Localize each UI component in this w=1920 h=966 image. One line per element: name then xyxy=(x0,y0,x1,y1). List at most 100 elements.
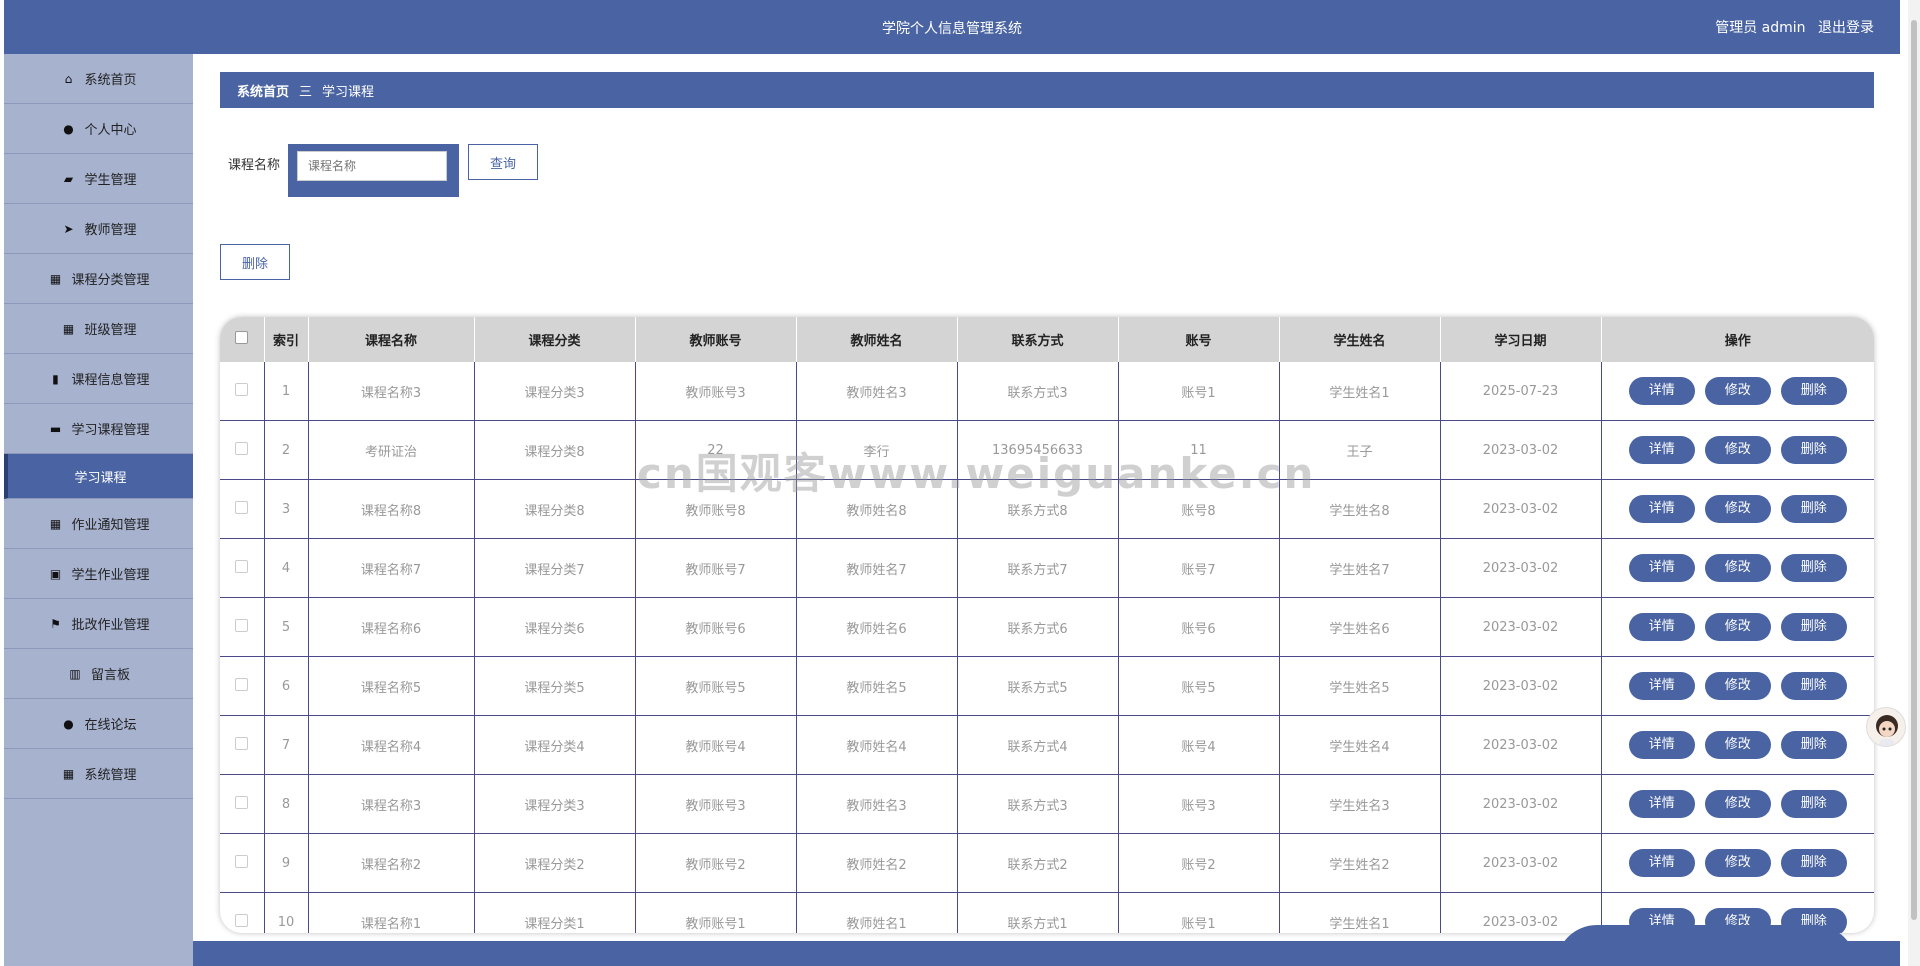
edit-button[interactable]: 修改 xyxy=(1704,554,1771,582)
delete-row-button[interactable]: 删除 xyxy=(1780,495,1847,523)
delete-row-button[interactable]: 删除 xyxy=(1780,849,1847,877)
table-cell: 教师账号3 xyxy=(635,362,797,421)
table-cell: 课程分类1 xyxy=(474,892,636,933)
delete-row-button[interactable]: 删除 xyxy=(1780,436,1847,464)
sidebar-item-11[interactable]: ⚑ 批改作业管理 xyxy=(4,599,193,649)
delete-button[interactable]: 删除 xyxy=(220,244,290,280)
sidebar-item-label: 个人中心 xyxy=(84,123,137,138)
sidebar-item-10[interactable]: ▣ 学生作业管理 xyxy=(4,549,193,599)
table-cell: 教师姓名6 xyxy=(796,597,958,657)
select-all-checkbox-cell[interactable] xyxy=(220,317,265,362)
user-label: 管理员 admin xyxy=(1715,20,1806,36)
sidebar-item-13[interactable]: ● 在线论坛 xyxy=(4,699,193,749)
delete-row-button[interactable]: 删除 xyxy=(1780,731,1847,759)
detail-button[interactable]: 详情 xyxy=(1628,554,1695,582)
select-all-checkbox[interactable] xyxy=(235,331,249,344)
edit-button[interactable]: 修改 xyxy=(1704,436,1771,464)
row-checkbox-cell xyxy=(220,715,265,775)
table-cell: 课程名称3 xyxy=(308,774,475,834)
row-actions: 详情 修改 删除 xyxy=(1601,715,1874,775)
row-checkbox[interactable] xyxy=(235,618,249,632)
delete-row-button[interactable]: 删除 xyxy=(1780,672,1847,700)
edit-button[interactable]: 修改 xyxy=(1704,613,1771,641)
detail-button[interactable]: 详情 xyxy=(1628,436,1695,464)
table-cell: 5 xyxy=(264,597,309,657)
table-cell: 9 xyxy=(264,833,309,893)
row-checkbox[interactable] xyxy=(235,677,249,691)
detail-button[interactable]: 详情 xyxy=(1628,613,1695,641)
row-actions: 详情 修改 删除 xyxy=(1601,479,1874,539)
detail-button[interactable]: 详情 xyxy=(1628,672,1695,700)
row-checkbox[interactable] xyxy=(235,500,249,514)
edit-button[interactable]: 修改 xyxy=(1704,731,1771,759)
flag-icon: ⚑ xyxy=(50,616,61,631)
detail-button[interactable]: 详情 xyxy=(1628,731,1695,759)
detail-button[interactable]: 详情 xyxy=(1628,377,1695,405)
row-actions: 详情 修改 删除 xyxy=(1601,420,1874,480)
column-header: 教师姓名 xyxy=(796,317,958,362)
sidebar-item-9[interactable]: ▦ 作业通知管理 xyxy=(4,499,193,549)
delete-row-button[interactable]: 删除 xyxy=(1780,377,1847,405)
detail-button[interactable]: 详情 xyxy=(1628,495,1695,523)
edit-button[interactable]: 修改 xyxy=(1704,790,1771,818)
column-header: 操作 xyxy=(1601,317,1874,362)
table-cell: 1 xyxy=(264,362,309,421)
edit-button[interactable]: 修改 xyxy=(1704,377,1771,405)
sidebar-item-label: 系统首页 xyxy=(84,73,137,88)
detail-button[interactable]: 详情 xyxy=(1628,849,1695,877)
table-cell: 教师姓名7 xyxy=(796,538,958,598)
query-button[interactable]: 查询 xyxy=(468,144,538,180)
table-cell: 课程分类8 xyxy=(474,479,636,539)
table-cell: 2023-03-02 xyxy=(1440,715,1602,775)
logout-link[interactable]: 退出登录 xyxy=(1818,20,1874,36)
row-checkbox[interactable] xyxy=(235,913,249,927)
sidebar-item-12[interactable]: ▥ 留言板 xyxy=(4,649,193,699)
row-checkbox[interactable] xyxy=(235,382,249,396)
footer-decoration xyxy=(1556,925,1856,966)
search-box xyxy=(288,144,459,197)
table-cell: 联系方式3 xyxy=(957,362,1119,421)
delete-row-button[interactable]: 删除 xyxy=(1780,554,1847,582)
sidebar-item-6[interactable]: ▮ 课程信息管理 xyxy=(4,354,193,404)
row-checkbox-cell xyxy=(220,656,265,716)
table-cell: 联系方式3 xyxy=(957,774,1119,834)
table-cell: 课程名称7 xyxy=(308,538,475,598)
sidebar-item-0[interactable]: ⌂ 系统首页 xyxy=(4,54,193,104)
sidebar-item-1[interactable]: ● 个人中心 xyxy=(4,104,193,154)
table-cell: 2023-03-02 xyxy=(1440,420,1602,480)
column-header: 联系方式 xyxy=(957,317,1119,362)
table-cell: 教师姓名5 xyxy=(796,656,958,716)
table-cell: 2023-03-02 xyxy=(1440,597,1602,657)
sidebar-item-8[interactable]: 学习课程 xyxy=(4,454,193,499)
row-checkbox[interactable] xyxy=(235,559,249,573)
delete-row-button[interactable]: 删除 xyxy=(1780,613,1847,641)
table-row: 7 课程名称4 课程分类4 教师账号4 教师姓名4 联系方式4 账号4 学生姓名4 2023-0… xyxy=(220,715,1874,775)
delete-row-button[interactable]: 删除 xyxy=(1780,790,1847,818)
grid-icon: ▦ xyxy=(49,271,62,286)
sidebar-item-7[interactable]: ▬ 学习课程管理 xyxy=(4,404,193,454)
edit-button[interactable]: 修改 xyxy=(1704,495,1771,523)
scrollbar-thumb[interactable] xyxy=(1911,20,1917,920)
sidebar-item-2[interactable]: ▰ 学生管理 xyxy=(4,154,193,204)
breadcrumb-home[interactable]: 系统首页 xyxy=(237,81,289,100)
row-checkbox[interactable] xyxy=(235,736,249,750)
row-checkbox[interactable] xyxy=(235,795,249,809)
edit-button[interactable]: 修改 xyxy=(1704,672,1771,700)
edit-button[interactable]: 修改 xyxy=(1704,849,1771,877)
sidebar: ⌂ 系统首页 ● 个人中心 ▰ 学生管理 ➤ 教师管理 ▦ 课程分类管理 ▦ 班级管理 ▮ 课程信息管理 ▬… xyxy=(4,54,193,966)
sidebar-item-5[interactable]: ▦ 班级管理 xyxy=(4,304,193,354)
row-checkbox[interactable] xyxy=(235,441,249,455)
sidebar-item-3[interactable]: ➤ 教师管理 xyxy=(4,204,193,254)
course-name-input[interactable] xyxy=(297,151,447,181)
sidebar-item-14[interactable]: ▦ 系统管理 xyxy=(4,749,193,799)
row-checkbox-cell xyxy=(220,774,265,834)
table-cell: 联系方式4 xyxy=(957,715,1119,775)
table-cell: 学生姓名6 xyxy=(1279,597,1441,657)
table-cell: 4 xyxy=(264,538,309,598)
scrollbar[interactable] xyxy=(1908,0,1920,966)
table-cell: 教师姓名2 xyxy=(796,833,958,893)
detail-button[interactable]: 详情 xyxy=(1628,790,1695,818)
sidebar-item-4[interactable]: ▦ 课程分类管理 xyxy=(4,254,193,304)
row-checkbox[interactable] xyxy=(235,854,249,868)
assistant-avatar-icon[interactable] xyxy=(1866,707,1906,747)
